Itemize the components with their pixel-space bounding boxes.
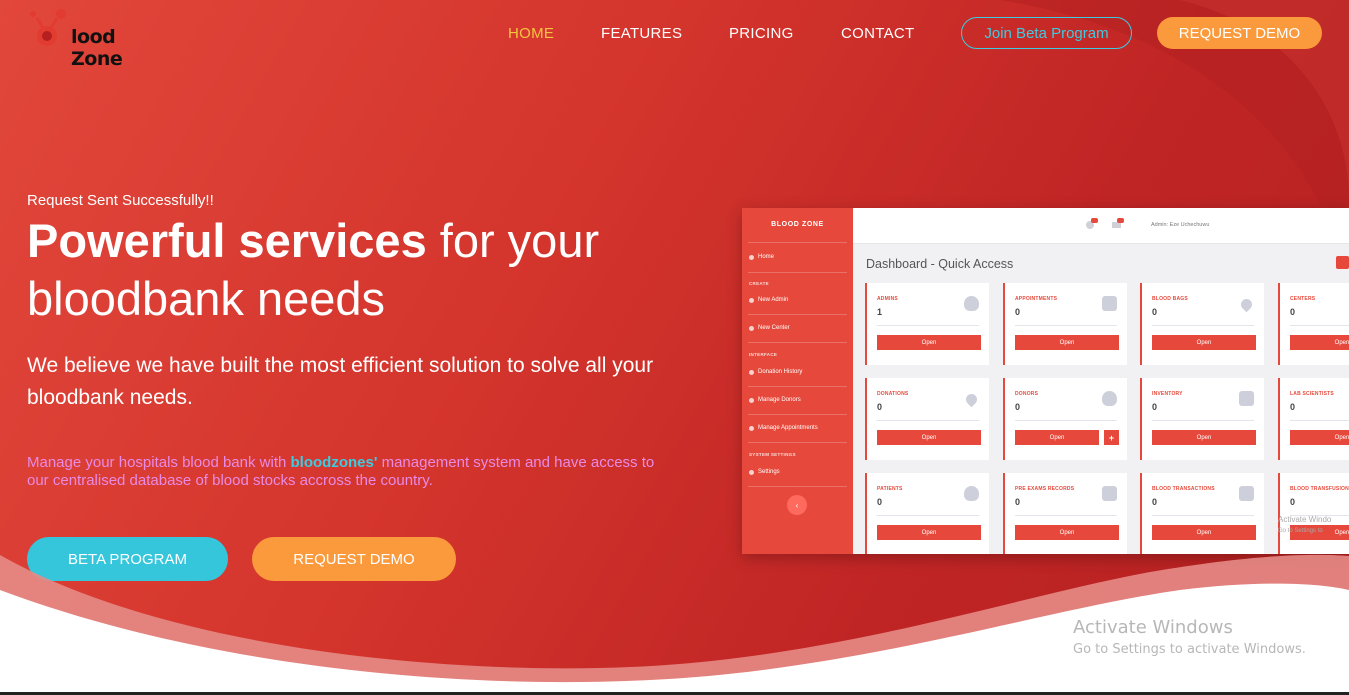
windows-activation-title: Activate Windows — [1073, 617, 1233, 638]
hero-wave-divider — [0, 554, 1349, 695]
hero-section: lood Zone HOME FEATURES PRICING CONTACT … — [0, 0, 1349, 695]
windows-activation-subtitle: Go to Settings to activate Windows. — [1073, 642, 1306, 657]
